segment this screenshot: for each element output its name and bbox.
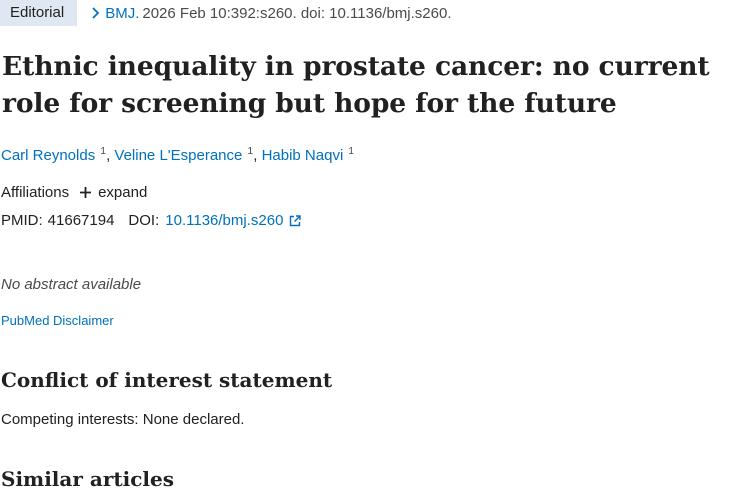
expand-affiliations-button[interactable]: expand bbox=[79, 184, 147, 201]
authors-list: Carl Reynolds 1, Veline L'Esperance 1, Hab… bbox=[1, 145, 354, 164]
similar-articles-heading: Similar articles bbox=[1, 467, 174, 491]
conflict-of-interest-heading: Conflict of interest statement bbox=[1, 368, 333, 392]
affiliations-label: Affiliations bbox=[1, 184, 70, 201]
identifiers-row: PMID: 41667194 DOI: 10.1136/bmj.s260 bbox=[1, 212, 302, 229]
pmid-value: 41667194 bbox=[47, 212, 115, 229]
pmid-label: PMID: bbox=[1, 212, 43, 229]
affiliation-marker[interactable]: 1 bbox=[348, 145, 354, 157]
pubmed-disclaimer-link[interactable]: PubMed Disclaimer bbox=[1, 313, 114, 328]
no-abstract-note: No abstract available bbox=[1, 276, 142, 293]
citation-text: 2026 Feb 10:392:s260. doi: 10.1136/bmj.s… bbox=[142, 4, 452, 22]
author-link[interactable]: Veline L'Esperance bbox=[114, 147, 242, 164]
conflict-of-interest-text: Competing interests: None declared. bbox=[1, 411, 245, 428]
plus-icon bbox=[79, 186, 92, 199]
article-type-badge: Editorial bbox=[0, 0, 78, 26]
author-separator: , bbox=[106, 147, 111, 164]
page-title: Ethnic inequality in prostate cancer: no… bbox=[2, 51, 710, 119]
doi-label: DOI: bbox=[128, 212, 160, 229]
journal-link[interactable]: BMJ. bbox=[105, 5, 139, 22]
chevron-right-icon bbox=[91, 6, 101, 20]
affiliations-row: Affiliations expand bbox=[1, 184, 147, 201]
doi-link[interactable]: 10.1136/bmj.s260 bbox=[165, 212, 283, 229]
author-link[interactable]: Habib Naqvi bbox=[262, 147, 344, 164]
external-link-icon[interactable] bbox=[289, 214, 302, 227]
article-header: Editorial BMJ. 2026 Feb 10:392:s260. doi… bbox=[0, 0, 452, 26]
author-separator: , bbox=[253, 147, 258, 164]
expand-label: expand bbox=[98, 184, 148, 201]
author-link[interactable]: Carl Reynolds bbox=[1, 147, 95, 164]
